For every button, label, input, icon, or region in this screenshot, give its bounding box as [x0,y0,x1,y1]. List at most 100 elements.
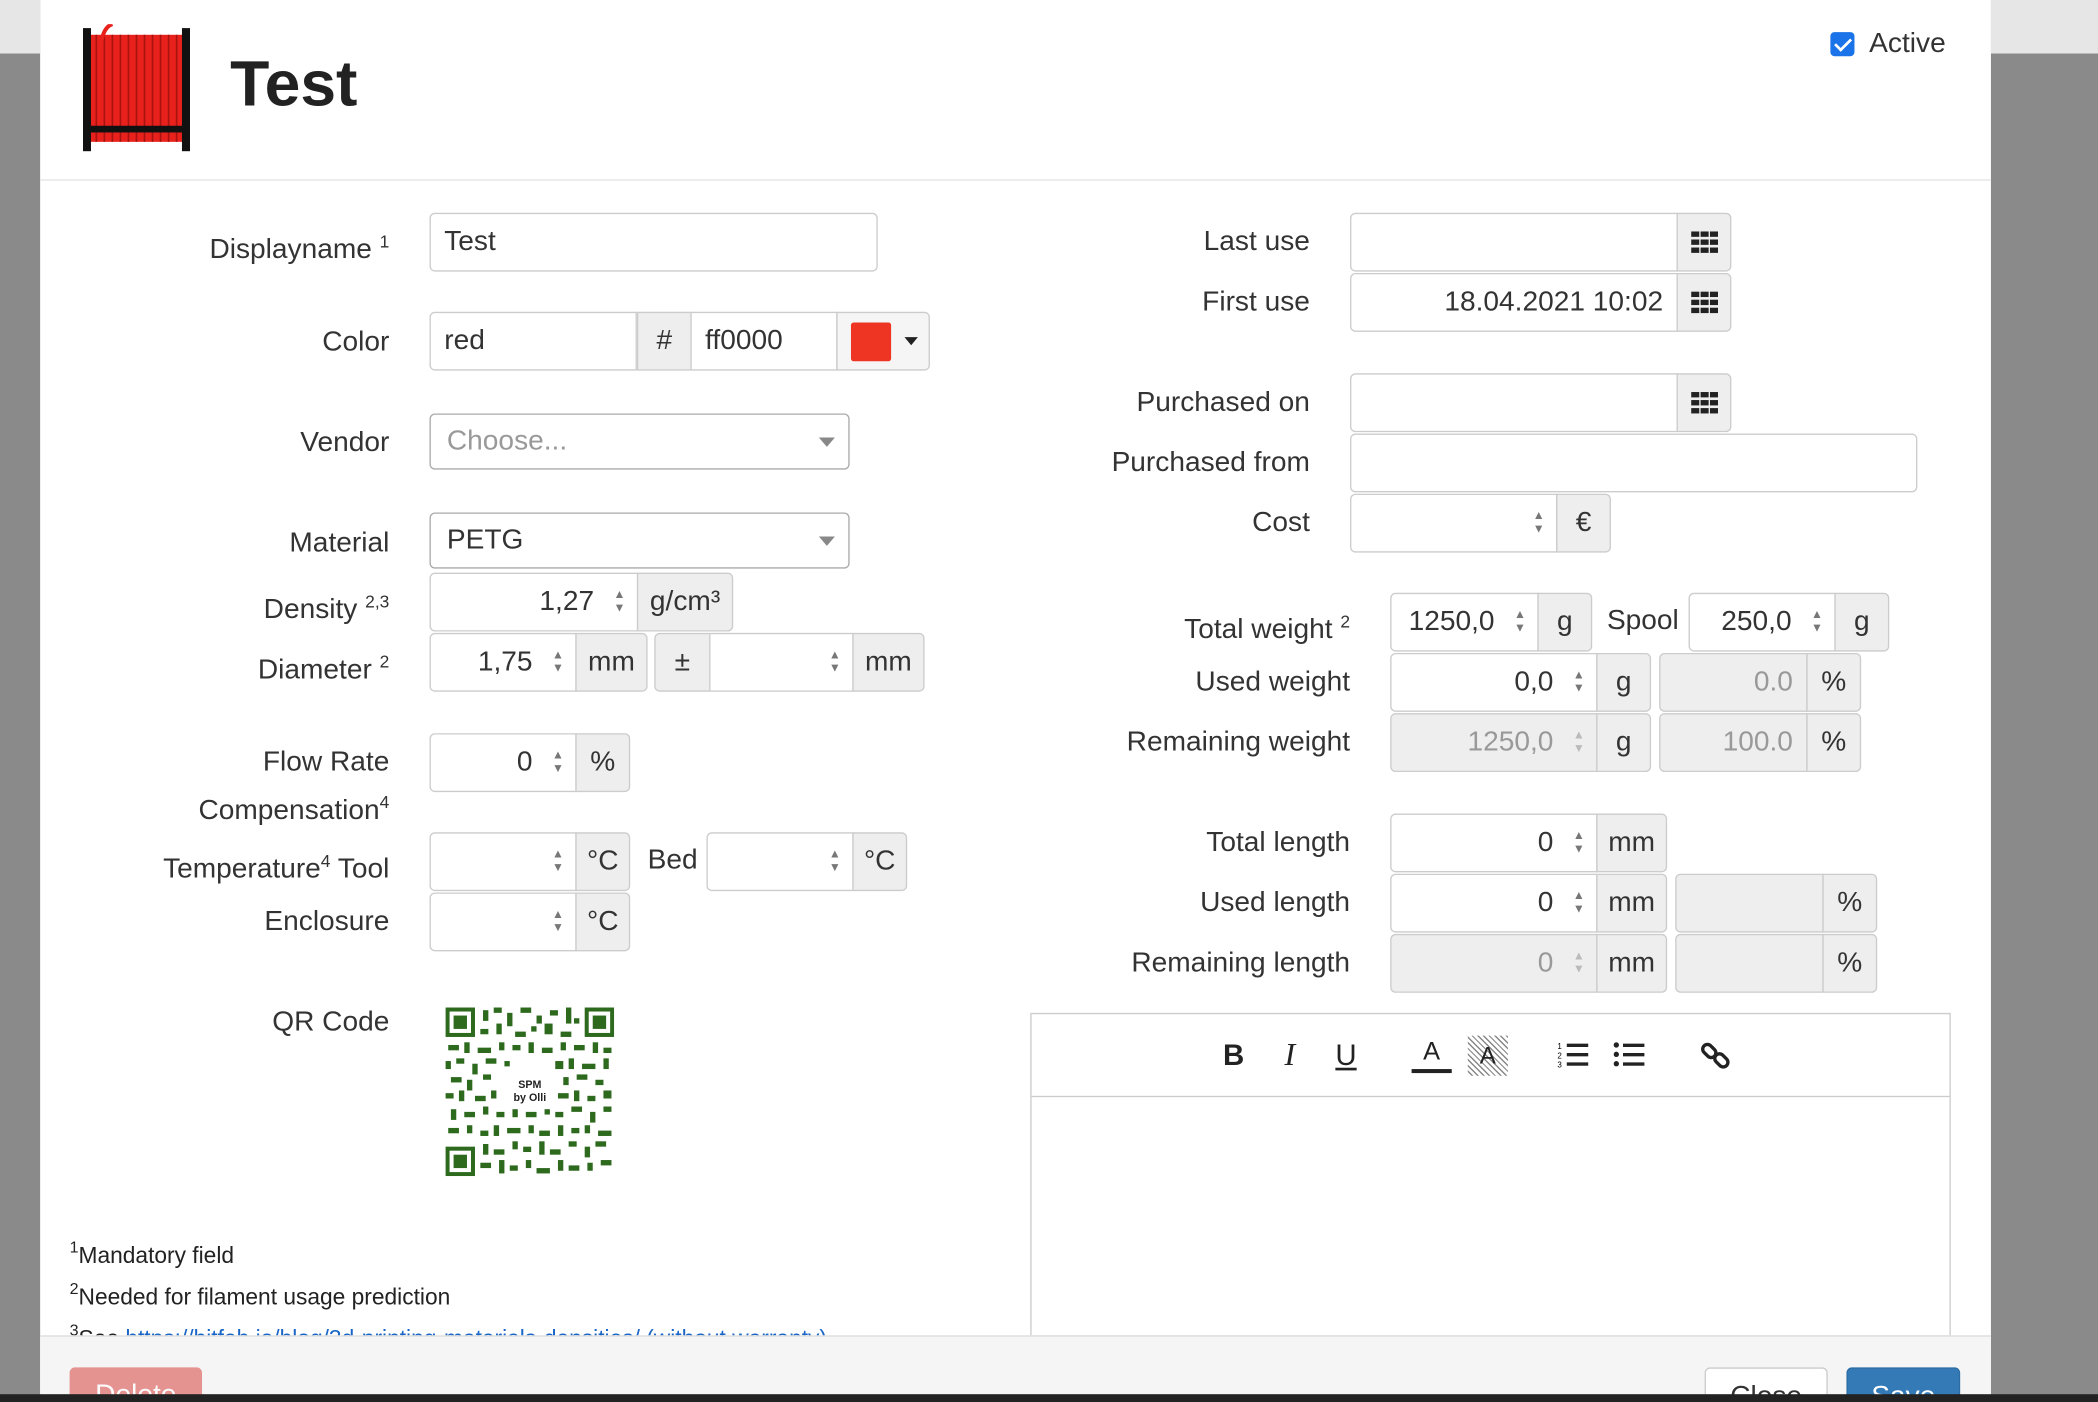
last-use-input[interactable] [1350,212,1678,272]
vendor-select[interactable]: Choose... [429,413,850,470]
qr-code: SPM by Olli [445,1007,615,1177]
color-hex-input[interactable]: ff0000 [690,311,838,371]
calendar-button[interactable] [1676,212,1732,272]
bold-icon[interactable]: B [1214,1036,1254,1076]
hash-addon: # [636,311,692,371]
used-length-percent [1675,873,1824,933]
spinner-icon[interactable]: ▲ ▼ [828,847,841,876]
spool-weight-unit: g [1834,592,1890,652]
last-use-label: Last use [1203,226,1310,257]
used-length-percent-unit: % [1822,873,1878,933]
spinner-icon[interactable]: ▲ ▼ [1572,668,1585,697]
remaining-weight-percent-unit: % [1806,713,1862,773]
spinner-icon: ▲ ▼ [1572,948,1585,976]
remaining-length-unit: mm [1596,933,1668,993]
bed-temperature-input[interactable]: ▲ ▼ [706,832,854,892]
spinner-icon[interactable]: ▲ ▼ [551,748,564,777]
enclosure-label: Enclosure [264,905,390,937]
material-select[interactable]: PETG [429,512,850,569]
cost-input[interactable]: ▲ ▼ [1350,493,1558,553]
remaining-length-label: Remaining length [1131,947,1351,979]
remaining-length-percent-unit: % [1822,933,1878,993]
tolerance-unit: mm [852,632,925,692]
remaining-length-percent [1675,933,1824,993]
spinner-icon[interactable]: ▲ ▼ [1810,607,1823,636]
vendor-label: Vendor [300,426,390,458]
spinner-icon[interactable]: ▲ ▼ [828,648,841,677]
calendar-button[interactable] [1676,272,1732,332]
first-use-input[interactable]: 18.04.2021 10:02 [1350,272,1678,332]
purchased-on-label: Purchased on [1136,386,1310,418]
remaining-weight-label: Remaining weight [1126,726,1351,758]
density-input[interactable]: 1,27 ▲ ▼ [429,572,639,632]
spinner-icon[interactable]: ▲ ▼ [613,587,626,616]
diameter-input[interactable]: 1,75 ▲ ▼ [429,632,577,692]
highlight-icon[interactable]: A [1467,1035,1508,1076]
bullet-list-icon[interactable] [1610,1036,1650,1076]
qr-code-label: QR Code [272,1006,390,1037]
color-picker-button[interactable] [836,311,930,371]
total-length-label: Total length [1206,826,1351,858]
total-weight-label: Total weight 2 [1184,611,1351,645]
spinner-icon[interactable]: ▲ ▼ [1513,607,1526,636]
qr-center-line2: by Olli [514,1092,547,1104]
dialog-footer: Delete Close Save [40,1335,1991,1402]
svg-text:3: 3 [1557,1061,1562,1070]
used-weight-input[interactable]: 0,0 ▲ ▼ [1390,652,1598,712]
density-label: Density 2,3 [263,591,390,625]
purchased-on-input[interactable] [1350,373,1678,433]
spinner-icon[interactable]: ▲ ▼ [551,907,564,936]
flow-rate-unit: % [575,733,631,793]
editor-toolbar: B I U A A 123 [1031,1014,1950,1098]
underline-icon[interactable]: U [1326,1036,1366,1076]
link-icon[interactable] [1695,1036,1735,1076]
flow-rate-input[interactable]: 0 ▲ ▼ [429,733,577,793]
used-length-label: Used length [1200,887,1351,918]
ordered-list-icon[interactable]: 123 [1553,1036,1593,1076]
purchased-from-input[interactable] [1350,433,1918,493]
footnote-2: 2Needed for filament usage prediction [69,1279,451,1310]
currency-addon: € [1556,493,1611,553]
bed-label: Bed [647,844,698,876]
color-label: Color [322,326,390,358]
spool-weight-input[interactable]: 250,0 ▲ ▼ [1688,592,1836,652]
spinner-icon[interactable]: ▲ ▼ [551,648,564,677]
font-color-icon[interactable]: A [1411,1036,1452,1074]
spool-weight-label: Spool [1606,604,1679,636]
editor-content[interactable] [1032,1097,1950,1335]
enclosure-temperature-input[interactable]: ▲ ▼ [429,892,577,952]
notes-editor: B I U A A 123 [1030,1012,1951,1337]
color-name-input[interactable]: red [429,311,637,371]
used-length-input[interactable]: 0 ▲ ▼ [1390,873,1598,933]
spinner-icon[interactable]: ▲ ▼ [551,847,564,876]
diameter-tolerance-input[interactable]: ▲ ▼ [709,632,854,692]
spinner-icon[interactable]: ▲ ▼ [1572,888,1585,917]
calendar-button[interactable] [1676,373,1732,433]
diameter-unit: mm [575,632,648,692]
tolerance-addon: ± [654,632,711,692]
used-weight-label: Used weight [1195,666,1351,698]
select-caret-icon [818,437,835,447]
displayname-label: Displayname 1 [209,231,390,265]
select-caret-icon [818,536,835,546]
tool-temperature-input[interactable]: ▲ ▼ [429,832,577,892]
flow-rate-label-2: Compensation4 [198,792,390,826]
dialog-title: Test [230,49,358,121]
backdrop-bar-right [1990,0,2098,54]
dialog-header: Test Active [40,0,1991,181]
window-bottom-edge [0,1394,2098,1402]
total-length-input[interactable]: 0 ▲ ▼ [1390,813,1598,873]
total-weight-unit: g [1537,592,1593,652]
total-weight-input[interactable]: 1250,0 ▲ ▼ [1390,592,1539,652]
backdrop-bar-left [0,0,41,54]
enclosure-temperature-unit: °C [575,892,631,952]
spinner-icon[interactable]: ▲ ▼ [1572,828,1585,857]
active-checkbox[interactable] [1830,32,1855,57]
displayname-input[interactable]: Test [429,212,878,272]
diameter-label: Diameter 2 [257,651,390,686]
calendar-icon [1691,231,1718,253]
color-swatch [850,322,892,362]
italic-icon[interactable]: I [1270,1036,1310,1076]
spinner-icon[interactable]: ▲ ▼ [1532,508,1545,537]
cost-label: Cost [1252,507,1310,538]
